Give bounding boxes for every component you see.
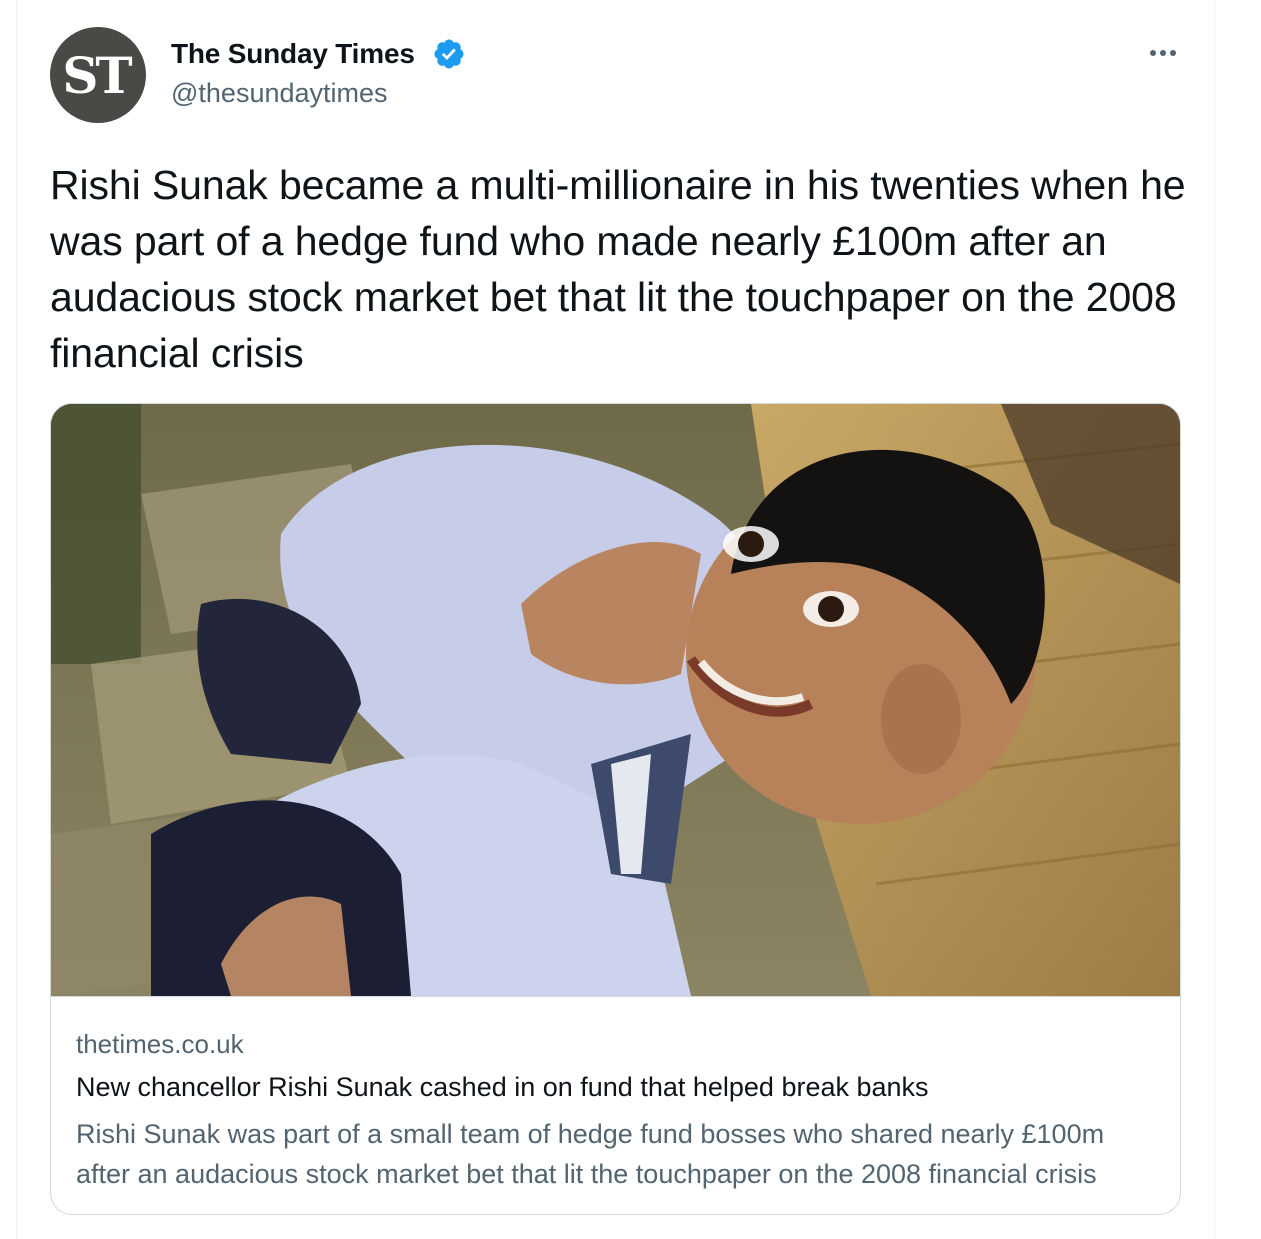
timeline-border-left [16, 0, 17, 1239]
more-options-button[interactable] [1140, 38, 1186, 68]
author-name[interactable]: The Sunday Times [171, 38, 415, 70]
more-dot [1160, 50, 1166, 56]
verified-badge-icon [434, 39, 464, 69]
author-handle[interactable]: @thesundaytimes [171, 78, 388, 109]
link-preview-card[interactable]: thetimes.co.uk New chancellor Rishi Suna… [50, 403, 1181, 1215]
card-description: Rishi Sunak was part of a small team of … [76, 1119, 1105, 1189]
card-image[interactable] [51, 404, 1180, 997]
avatar-initials: ST [62, 45, 132, 105]
tweet-text: Rishi Sunak became a multi-millionaire i… [50, 162, 1186, 376]
timeline-border-right [1214, 0, 1215, 1239]
more-dot [1170, 50, 1176, 56]
more-horizontal-icon [1150, 50, 1156, 56]
card-title[interactable]: New chancellor Rishi Sunak cashed in on … [76, 1072, 1156, 1103]
author-avatar[interactable]: ST [50, 27, 146, 123]
card-domain: thetimes.co.uk [76, 1029, 244, 1059]
portrait-photo [51, 404, 1180, 996]
